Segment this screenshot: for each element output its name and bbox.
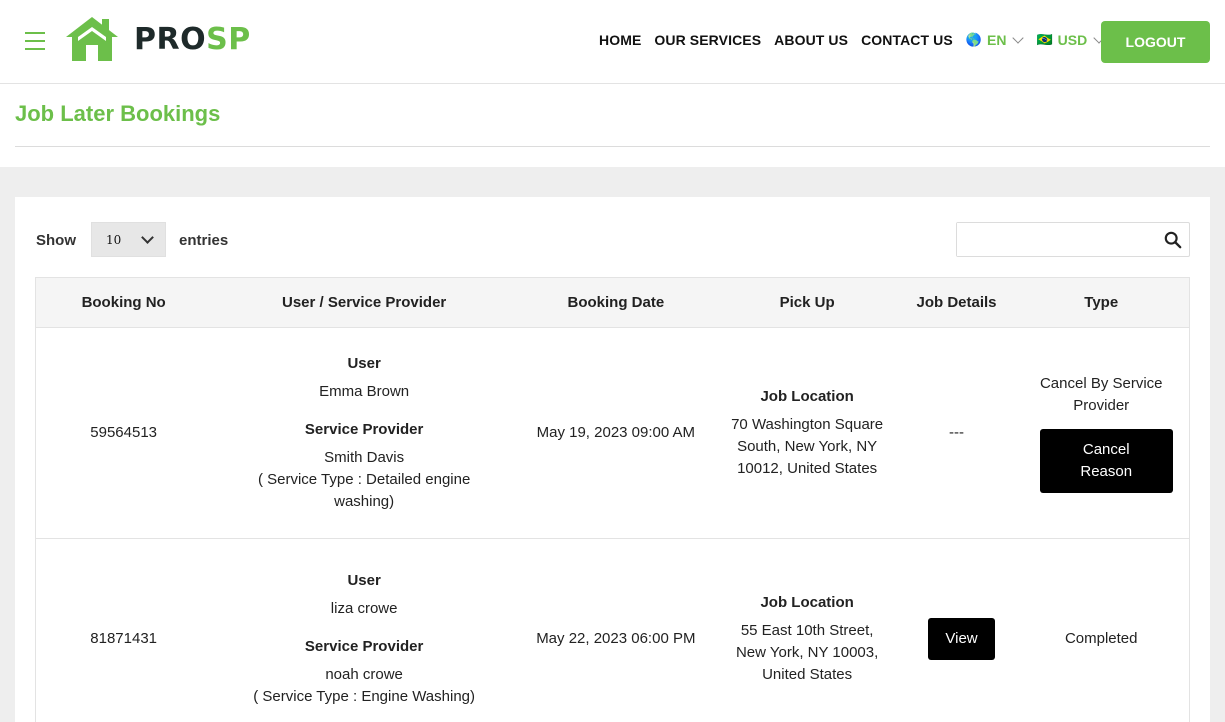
user-provider-cell: User Emma Brown Service Provider Smith D… [211, 327, 517, 539]
user-name: Emma Brown [319, 383, 410, 400]
pickup-address: 70 Washington Square South, New York, NY… [731, 416, 884, 477]
logout-button[interactable]: LOGOUT [1101, 21, 1210, 63]
table-row: 59564513 User Emma Brown Service Provide… [35, 327, 1191, 539]
currency-value: USD [1057, 32, 1088, 48]
nav-about-us[interactable]: ABOUT US [774, 32, 848, 48]
job-details-cell: View [899, 538, 1014, 722]
column-header[interactable]: Booking Date [516, 277, 715, 328]
logo-text: PROSP [134, 21, 251, 57]
logo[interactable]: PROSP [64, 14, 251, 64]
column-header[interactable]: Booking No [35, 277, 212, 328]
bookings-card: Show 10 entries Booking No User / Servic… [15, 197, 1210, 722]
job-details: --- [899, 327, 1014, 539]
divider [15, 146, 1210, 147]
provider-name: noah crowe [325, 665, 403, 683]
booking-date: May 22, 2023 06:00 PM [516, 538, 715, 722]
entries-select[interactable]: 10 [91, 222, 166, 257]
house-logo-icon [66, 17, 118, 61]
pickup-address: 55 East 10th Street, New York, NY 10003,… [735, 621, 879, 683]
search-box [956, 222, 1190, 257]
column-header[interactable]: User / Service Provider [211, 277, 517, 328]
top-navbar: PROSP HOME OUR SERVICES ABOUT US CONTACT… [0, 0, 1225, 84]
chevron-down-icon [1012, 32, 1025, 44]
bookings-table: Booking No User / Service Provider Booki… [35, 277, 1191, 722]
booking-number: 81871431 [35, 538, 212, 722]
nav-home[interactable]: HOME [599, 32, 641, 48]
globe-icon: 🌎 [965, 32, 982, 47]
cancel-reason-button[interactable]: Cancel Reason [1039, 429, 1173, 493]
currency-dropdown[interactable]: 🇧🇷 USD [1036, 32, 1105, 48]
page-header: Job Later Bookings [0, 84, 1225, 167]
column-header[interactable]: Job Details [899, 277, 1014, 328]
nav-contact-us[interactable]: CONTACT US [861, 32, 953, 48]
status-text: Completed [1013, 538, 1191, 722]
table-header-row: Booking No User / Service Provider Booki… [35, 277, 1191, 328]
pickup-cell: Job Location 55 East 10th Street, New Yo… [714, 538, 900, 722]
user-provider-cell: User liza crowe Service Provider noah cr… [211, 538, 517, 722]
nav-our-services[interactable]: OUR SERVICES [654, 32, 761, 48]
booking-number: 59564513 [35, 327, 212, 539]
main-nav: HOME OUR SERVICES ABOUT US CONTACT US 🌎 … [599, 30, 1117, 50]
search-input[interactable] [957, 223, 1157, 256]
booking-date: May 19, 2023 09:00 AM [516, 327, 715, 539]
provider-label: Service Provider [304, 637, 424, 655]
table-row: 81871431 User liza crowe Service Provide… [35, 538, 1191, 722]
user-name: liza crowe [330, 599, 398, 617]
provider-name: Smith Davis [324, 449, 405, 466]
pickup-label: Job Location [760, 593, 854, 611]
language-value: EN [987, 32, 1007, 48]
status-text: Cancel By Service Provider [1039, 375, 1163, 414]
column-header[interactable]: Pick Up [714, 277, 900, 328]
service-type: ( Service Type : Engine Washing) [253, 687, 476, 705]
show-label: Show [36, 232, 76, 249]
type-cell: Cancel By Service Provider Cancel Reason [1013, 327, 1191, 539]
pickup-label: Job Location [760, 388, 854, 405]
entries-label: entries [179, 232, 229, 249]
entries-value: 10 [106, 233, 122, 247]
chevron-down-icon [141, 231, 154, 244]
page-title: Job Later Bookings [15, 101, 221, 126]
column-header[interactable]: Type [1013, 277, 1191, 328]
provider-label: Service Provider [304, 421, 424, 438]
user-label: User [347, 571, 381, 589]
service-type: ( Service Type : Detailed engine washing… [257, 471, 471, 510]
pickup-cell: Job Location 70 Washington Square South,… [714, 327, 900, 539]
language-dropdown[interactable]: 🌎 EN [965, 32, 1025, 48]
user-label: User [347, 355, 381, 372]
hamburger-menu-icon[interactable] [25, 32, 45, 50]
view-button[interactable]: View [928, 617, 995, 660]
flag-icon: 🇧🇷 [1036, 32, 1053, 47]
search-icon[interactable] [1164, 231, 1182, 249]
